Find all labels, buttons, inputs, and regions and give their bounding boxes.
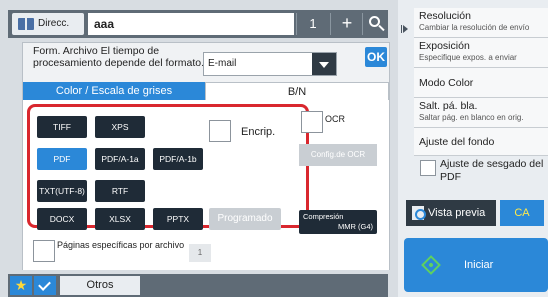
skip-blank-title: Salt. pá. bla. [419,100,478,112]
preview-icon [412,206,426,220]
star-icon[interactable]: ★ [10,276,32,295]
file-format-panel: Form. Archivo El tiempo de procesamiento… [22,42,390,270]
encrypt-label: Encrip. [241,126,276,138]
programmed-button[interactable]: Programado [209,208,281,230]
format-pdf-button[interactable]: PDF [37,148,87,170]
search-button[interactable] [364,13,388,35]
encrypt-checkbox[interactable] [209,120,231,142]
preview-button[interactable]: Vista previa [406,200,496,226]
divider [362,13,363,35]
format-txt-button[interactable]: TXT(UTF-8) [37,180,87,202]
address-count: 1 [309,16,317,31]
format-pdfa1a-button[interactable]: PDF/A-1a [95,148,145,170]
format-pptx-button[interactable]: PPTX [153,208,203,230]
resolution-title: Resolución [419,10,471,22]
resolution-subtitle: Cambiar la resolución de envío [419,23,530,32]
pdf-skew-checkbox[interactable] [420,160,436,176]
skip-blank-subtitle: Saltar pág. en blanco en orig. [419,113,524,122]
pages-per-file-checkbox[interactable] [33,240,55,262]
ocr-checkbox[interactable] [301,111,323,133]
tab-bw[interactable]: B/N [205,82,389,100]
file-format-title: Form. Archivo El tiempo de procesamiento… [33,45,205,69]
pdf-skew-label: Ajuste de sesgado del PDF [440,158,544,183]
others-button[interactable]: Otros [60,276,140,295]
screen: Direcc. aaa 1 + Form. Archivo El tiempo … [0,0,548,297]
clear-all-button[interactable]: CA [500,200,544,226]
compression-label: Compresión [303,212,344,221]
address-book-label: Direcc. [38,18,70,29]
background-adjust-title: Ajuste del fondo [419,136,495,148]
exposure-subtitle: Especifique expos. a enviar [419,53,517,62]
format-pdfa1b-button[interactable]: PDF/A-1b [153,148,203,170]
destination-dropdown[interactable]: E-mail [203,52,337,76]
search-icon-handle [378,24,385,32]
bottom-bar: ★ Otros [8,274,388,297]
exposure-title: Exposición [419,40,470,52]
ok-button[interactable]: OK [365,47,387,67]
format-tiff-button[interactable]: TIFF [37,116,87,138]
tab-color-grayscale[interactable]: Color / Escala de grises [23,82,205,100]
color-mode-button[interactable]: Modo Color [414,68,548,98]
format-xps-button[interactable]: XPS [95,116,145,138]
format-docx-button[interactable]: DOCX [37,208,87,230]
destination-value: E-mail [208,58,237,69]
preview-label: Vista previa [428,207,486,219]
collapse-panel-icon[interactable] [398,10,412,50]
color-mode-title: Modo Color [419,77,474,89]
pages-per-file-label: Páginas específicas por archivo [57,240,185,250]
check-icon[interactable] [34,276,56,295]
resolution-button[interactable]: Resolución Cambiar la resolución de enví… [414,8,548,38]
format-options: TIFF XPS Encrip. PDF PDF/A-1a PDF/A-1b T… [23,100,389,270]
address-book-icon [18,18,34,30]
skip-blank-button[interactable]: Salt. pá. bla. Saltar pág. en blanco en … [414,98,548,128]
address-field[interactable]: aaa [88,13,294,35]
format-rtf-button[interactable]: RTF [95,180,145,202]
compression-value: MMR (G4) [338,222,373,231]
compression-button[interactable]: Compresión MMR (G4) [299,210,377,234]
divider [296,13,297,35]
ocr-label: OCR [325,114,345,124]
add-address-button[interactable]: + [332,13,362,35]
format-xlsx-button[interactable]: XLSX [95,208,145,230]
divider [330,13,331,35]
chevron-down-icon[interactable] [312,53,336,75]
background-adjust-button[interactable]: Ajuste del fondo [414,128,548,156]
start-button[interactable]: Iniciar [404,238,548,292]
pages-per-file-input[interactable]: 1 [189,244,211,262]
ocr-config-button[interactable]: Config.de OCR [299,144,377,166]
start-icon [421,255,441,275]
start-label: Iniciar [464,259,494,271]
top-bar: Direcc. aaa 1 + [8,10,388,38]
exposure-button[interactable]: Exposición Especifique expos. a enviar [414,38,548,68]
address-book-button[interactable]: Direcc. [12,13,84,35]
